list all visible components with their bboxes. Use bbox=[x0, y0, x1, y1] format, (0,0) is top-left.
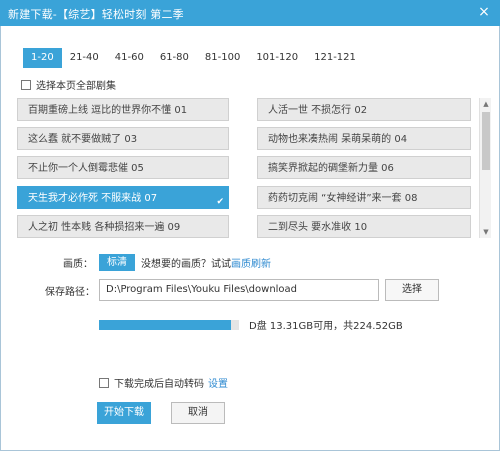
episode-label: 二到尽头 要水准收 10 bbox=[268, 222, 368, 233]
episode-item[interactable]: 人之初 性本贱 各种损招来一遍 09 bbox=[17, 215, 229, 238]
episode-label: 百期重磅上线 逗比的世界你不懂 01 bbox=[28, 105, 188, 116]
disk-usage-bar bbox=[99, 319, 239, 330]
window-title: 新建下载-【综艺】轻松时刻 第二季 bbox=[8, 8, 184, 21]
episode-label: 动物也来凑热闹 呆萌呆萌的 04 bbox=[268, 134, 408, 145]
quality-refresh-link[interactable]: 画质刷新 bbox=[231, 255, 271, 270]
episode-item[interactable]: 二到尽头 要水准收 10 bbox=[257, 215, 471, 238]
tab-101-120[interactable]: 101-120 bbox=[248, 48, 306, 68]
episode-label: 搞笑界掀起的碉堡新力量 06 bbox=[268, 163, 394, 174]
tab-61-80[interactable]: 61-80 bbox=[152, 48, 197, 68]
select-all-checkbox[interactable] bbox=[21, 79, 31, 90]
tab-41-60[interactable]: 41-60 bbox=[107, 48, 152, 68]
select-all-row: 选择本页全部剧集 bbox=[21, 77, 116, 92]
title-bar: 新建下载-【综艺】轻松时刻 第二季 × bbox=[0, 0, 500, 26]
transcode-settings-link[interactable]: 设置 bbox=[208, 375, 228, 390]
episode-label: 人之初 性本贱 各种损招来一遍 09 bbox=[28, 222, 181, 233]
auto-transcode-row: 下载完成后自动转码 设置 bbox=[99, 375, 228, 390]
episode-item[interactable]: 动物也来凑热闹 呆萌呆萌的 04 bbox=[257, 127, 471, 150]
auto-transcode-checkbox[interactable] bbox=[99, 377, 109, 388]
episode-item[interactable]: 搞笑界掀起的碉堡新力量 06 bbox=[257, 156, 471, 179]
episode-item[interactable]: 人活一世 不损怎行 02 bbox=[257, 98, 471, 121]
save-path-field[interactable]: D:\Program Files\Youku Files\download bbox=[99, 279, 379, 301]
episode-label: 药药切克闹 “女神经讲”来一套 08 bbox=[268, 193, 418, 204]
episode-item[interactable]: 不止你一个人倒霉悲催 05 bbox=[17, 156, 229, 179]
episode-label: 天生我才必作死 不服来战 07 bbox=[28, 193, 158, 204]
disk-space-row: D盘 13.31GB可用，共224.52GB bbox=[99, 317, 403, 332]
episode-label: 这么蠢 就不要做贼了 03 bbox=[28, 134, 138, 145]
tab-81-100[interactable]: 81-100 bbox=[197, 48, 248, 68]
save-path-label: 保存路径： bbox=[45, 286, 95, 298]
scroll-down-icon[interactable]: ▼ bbox=[480, 226, 492, 238]
episode-item[interactable]: 药药切克闹 “女神经讲”来一套 08 bbox=[257, 186, 471, 209]
scroll-up-icon[interactable]: ▲ bbox=[480, 98, 492, 110]
download-dialog: 1-20 21-40 41-60 61-80 81-100 101-120 12… bbox=[0, 26, 500, 451]
disk-space-text: D盘 13.31GB可用，共224.52GB bbox=[249, 321, 403, 332]
quality-hint: 没想要的画质？试试 bbox=[141, 259, 231, 270]
episode-range-tabs: 1-20 21-40 41-60 61-80 81-100 101-120 12… bbox=[23, 48, 364, 68]
disk-usage-fill bbox=[99, 319, 231, 330]
episode-label: 不止你一个人倒霉悲催 05 bbox=[28, 163, 144, 174]
auto-transcode-label: 下载完成后自动转码 bbox=[114, 379, 204, 390]
episode-item[interactable]: 这么蠢 就不要做贼了 03 bbox=[17, 127, 229, 150]
quality-label: 画质： bbox=[63, 259, 93, 270]
quality-option-standard[interactable]: 标清 bbox=[99, 254, 135, 271]
tab-21-40[interactable]: 21-40 bbox=[62, 48, 107, 68]
quality-row: 画质： 标清 没想要的画质？试试 画质刷新 bbox=[63, 254, 271, 271]
browse-button[interactable]: 选择 bbox=[385, 279, 439, 301]
check-icon: ✔ bbox=[216, 197, 224, 207]
tab-1-20[interactable]: 1-20 bbox=[23, 48, 62, 68]
episode-list: 百期重磅上线 逗比的世界你不懂 01 这么蠢 就不要做贼了 03 不止你一个人倒… bbox=[17, 98, 477, 238]
save-path-row: 保存路径： D:\Program Files\Youku Files\downl… bbox=[45, 279, 439, 301]
select-all-label: 选择本页全部剧集 bbox=[36, 81, 116, 92]
cancel-button[interactable]: 取消 bbox=[171, 402, 225, 424]
start-download-button[interactable]: 开始下载 bbox=[97, 402, 151, 424]
episode-list-scrollbar[interactable]: ▲ ▼ bbox=[479, 98, 491, 238]
episode-item-selected[interactable]: 天生我才必作死 不服来战 07 ✔ bbox=[17, 186, 229, 209]
episode-label: 人活一世 不损怎行 02 bbox=[268, 105, 368, 116]
episode-item[interactable]: 百期重磅上线 逗比的世界你不懂 01 bbox=[17, 98, 229, 121]
close-icon[interactable]: × bbox=[476, 4, 492, 20]
scroll-thumb[interactable] bbox=[482, 112, 490, 170]
tab-121-121[interactable]: 121-121 bbox=[306, 48, 364, 68]
